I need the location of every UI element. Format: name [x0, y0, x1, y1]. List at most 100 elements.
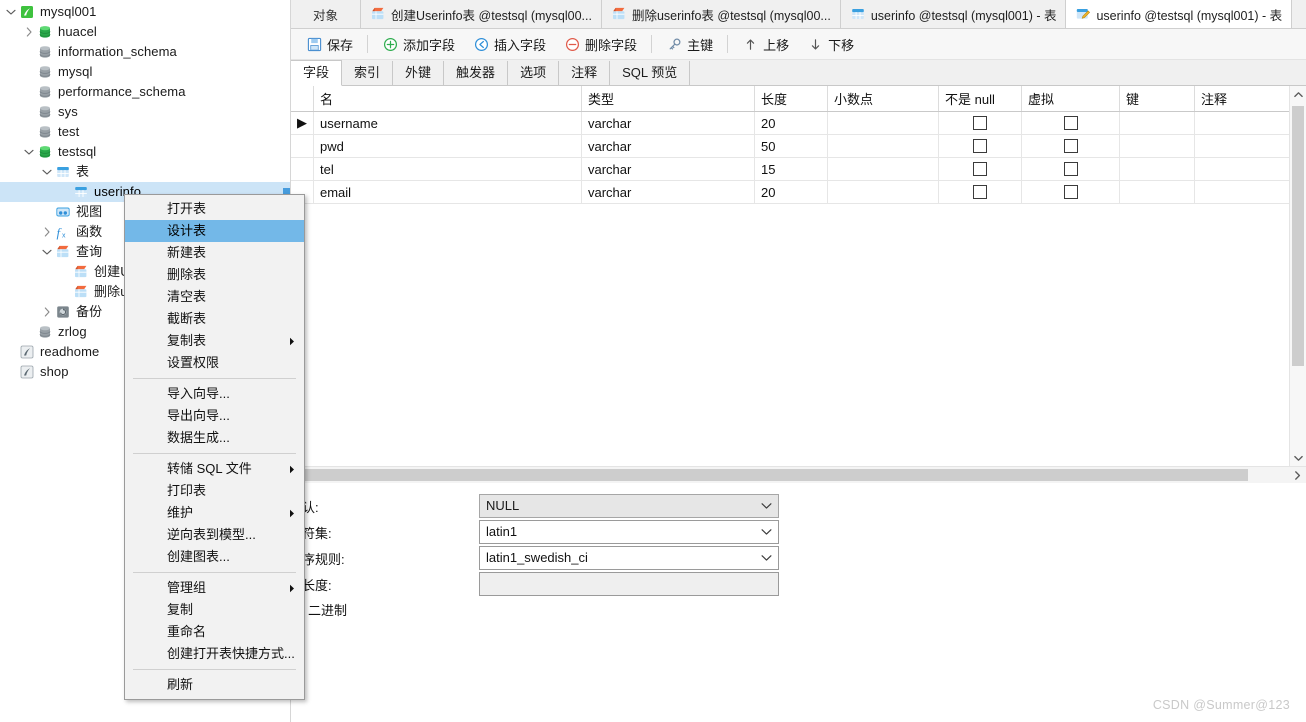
grid-column-header[interactable]: 长度 — [754, 86, 828, 112]
notnull-checkbox[interactable] — [973, 161, 987, 176]
menu-item[interactable]: 创建图表... — [125, 546, 304, 568]
grid-column-header[interactable]: 虚拟 — [1021, 86, 1120, 112]
designer-tab-0[interactable]: 字段 — [291, 60, 343, 86]
tree-node-mysql001[interactable]: mysql001 — [0, 2, 290, 22]
menu-item[interactable]: 打开表 — [125, 198, 304, 220]
cell-name[interactable]: email — [313, 180, 582, 204]
designer-toolbar[interactable]: 保存 添加字段 插入字段 删除字段 主键 上移 下移 — [291, 29, 1306, 60]
menu-item[interactable]: 刷新 — [125, 674, 304, 696]
charset-select[interactable]: latin1 — [479, 520, 779, 544]
cell-decimals[interactable] — [827, 157, 939, 181]
tree-node-testsql[interactable]: testsql — [0, 142, 290, 162]
cell-notnull[interactable] — [938, 180, 1022, 204]
cell-type[interactable]: varchar — [581, 157, 755, 181]
cell-length[interactable]: 20 — [754, 180, 828, 204]
cell-decimals[interactable] — [827, 111, 939, 135]
default-select[interactable]: NULL — [479, 494, 779, 518]
notnull-checkbox[interactable] — [973, 115, 987, 130]
menu-item[interactable]: 设计表 — [125, 220, 304, 242]
binary-checkbox-row[interactable]: 二进制 — [291, 600, 1306, 619]
cell-decimals[interactable] — [827, 180, 939, 204]
cell-virtual[interactable] — [1021, 157, 1120, 181]
cell-notnull[interactable] — [938, 134, 1022, 158]
cell-virtual[interactable] — [1021, 134, 1120, 158]
cell-type[interactable]: varchar — [581, 111, 755, 135]
cell-key[interactable] — [1119, 111, 1195, 135]
menu-item[interactable]: 复制 — [125, 599, 304, 621]
chevron-down-icon[interactable] — [40, 162, 54, 182]
menu-item[interactable]: 数据生成... — [125, 427, 304, 449]
menu-item[interactable]: 转储 SQL 文件 — [125, 458, 304, 480]
cell-key[interactable] — [1119, 180, 1195, 204]
menu-item[interactable]: 新建表 — [125, 242, 304, 264]
notnull-checkbox[interactable] — [973, 138, 987, 153]
tree-node-表[interactable]: 表 — [0, 162, 290, 182]
keylength-input[interactable] — [479, 572, 779, 596]
menu-item[interactable]: 创建打开表快捷方式... — [125, 643, 304, 665]
cell-virtual[interactable] — [1021, 180, 1120, 204]
tree-node-huacel[interactable]: huacel — [0, 22, 290, 42]
table-row[interactable]: pwd varchar 50 — [291, 134, 1306, 158]
menu-item[interactable]: 清空表 — [125, 286, 304, 308]
notnull-checkbox[interactable] — [973, 184, 987, 199]
virtual-checkbox[interactable] — [1063, 115, 1078, 130]
designer-tab-2[interactable]: 外键 — [393, 61, 445, 85]
window-tab-design[interactable]: userinfo @testsql (mysql001) - 表 — [1066, 0, 1293, 28]
cell-key[interactable] — [1119, 134, 1195, 158]
window-tab-strip[interactable]: 对象 创建Userinfo表 @testsql (mysql00... 删除user… — [291, 0, 1306, 29]
add-field-button[interactable]: 添加字段 — [373, 30, 464, 58]
scroll-right-arrow[interactable] — [1290, 467, 1304, 483]
grid-column-header[interactable]: 名 — [313, 86, 582, 112]
field-grid[interactable]: 名类型 长度 小数点 不是 null 虚拟键注释 ▶ username varchar 20 pw… — [291, 86, 1306, 204]
designer-tab-1[interactable]: 索引 — [342, 61, 394, 85]
menu-item[interactable]: 维护 — [125, 502, 304, 524]
move-up-button[interactable]: 上移 — [733, 30, 798, 58]
chevron-down-icon[interactable] — [40, 242, 54, 262]
chevron-down-icon[interactable] — [4, 2, 18, 22]
tree-node-test[interactable]: test — [0, 122, 290, 142]
designer-tab-6[interactable]: SQL 预览 — [610, 61, 691, 85]
designer-tab-4[interactable]: 选项 — [508, 61, 560, 85]
menu-item[interactable]: 管理组 — [125, 577, 304, 599]
cell-notnull[interactable] — [938, 157, 1022, 181]
keylength-field[interactable] — [479, 572, 779, 596]
cell-virtual[interactable] — [1021, 111, 1120, 135]
cell-type[interactable]: varchar — [581, 180, 755, 204]
table-row[interactable]: email varchar 20 — [291, 180, 1306, 204]
cell-key[interactable] — [1119, 157, 1195, 181]
table-row[interactable]: tel varchar 15 — [291, 157, 1306, 181]
cell-length[interactable]: 50 — [754, 134, 828, 158]
menu-item[interactable]: 逆向表到模型... — [125, 524, 304, 546]
field-grid-scroll[interactable]: 名类型 长度 小数点 不是 null 虚拟键注释 ▶ username varchar 20 pw… — [291, 86, 1306, 466]
grid-column-header[interactable]: 类型 — [581, 86, 755, 112]
virtual-checkbox[interactable] — [1063, 138, 1078, 153]
window-tab-query[interactable]: 删除userinfo表 @testsql (mysql00... — [601, 0, 841, 28]
grid-vertical-scrollbar[interactable] — [1289, 86, 1306, 466]
grid-horizontal-scrollbar[interactable] — [291, 466, 1306, 483]
chevron-down-icon[interactable] — [22, 142, 36, 162]
cell-length[interactable]: 15 — [754, 157, 828, 181]
virtual-checkbox[interactable] — [1063, 161, 1078, 176]
collation-select[interactable]: latin1_swedish_ci — [479, 546, 779, 570]
cell-length[interactable]: 20 — [754, 111, 828, 135]
tree-node-performance_schema[interactable]: performance_schema — [0, 82, 290, 102]
delete-field-button[interactable]: 删除字段 — [555, 30, 646, 58]
designer-tab-3[interactable]: 触发器 — [444, 61, 509, 85]
table-row[interactable]: ▶ username varchar 20 — [291, 111, 1306, 135]
chevron-right-icon[interactable] — [40, 302, 54, 322]
cell-notnull[interactable] — [938, 111, 1022, 135]
menu-item[interactable]: 设置权限 — [125, 352, 304, 374]
virtual-checkbox[interactable] — [1063, 184, 1078, 199]
menu-item[interactable]: 导出向导... — [125, 405, 304, 427]
collation-field[interactable]: latin1_swedish_ci — [479, 546, 779, 570]
grid-hscroll-thumb[interactable] — [296, 469, 1248, 481]
tree-node-sys[interactable]: sys — [0, 102, 290, 122]
grid-column-header[interactable]: 不是 null — [938, 86, 1022, 112]
move-down-button[interactable]: 下移 — [798, 30, 863, 58]
cell-decimals[interactable] — [827, 134, 939, 158]
window-tab-query[interactable]: 创建Userinfo表 @testsql (mysql00... — [361, 0, 602, 28]
insert-field-button[interactable]: 插入字段 — [464, 30, 555, 58]
menu-item[interactable]: 导入向导... — [125, 383, 304, 405]
menu-item[interactable]: 重命名 — [125, 621, 304, 643]
menu-item[interactable]: 打印表 — [125, 480, 304, 502]
